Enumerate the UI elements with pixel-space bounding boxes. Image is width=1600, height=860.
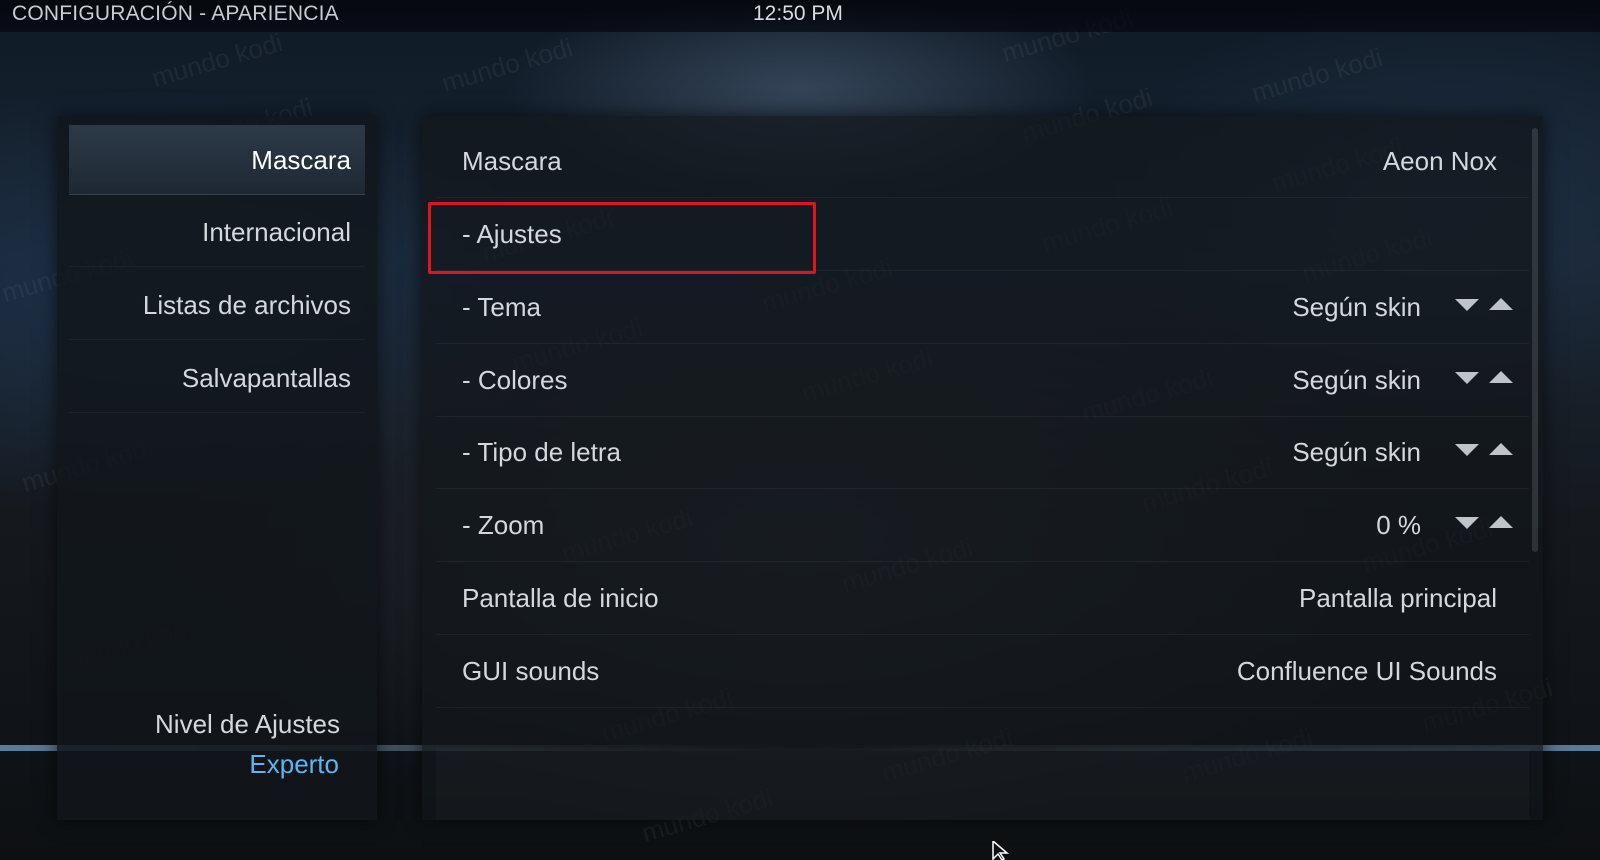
arrow-down-icon[interactable] — [1455, 517, 1479, 529]
arrow-up-icon[interactable] — [1489, 371, 1513, 383]
scrollbar[interactable] — [1532, 128, 1538, 552]
arrow-up-icon[interactable] — [1489, 516, 1513, 528]
arrow-down-icon[interactable] — [1455, 299, 1479, 311]
setting-row-colores[interactable]: - Colores Según skin — [436, 344, 1529, 417]
settings-category-sidebar: Mascara Internacional Listas de archivos… — [57, 116, 377, 820]
sidebar-item-mascara[interactable]: Mascara — [69, 125, 365, 195]
setting-label: - Colores — [462, 365, 568, 395]
sidebar-item-label: Internacional — [202, 217, 351, 247]
arrow-up-icon[interactable] — [1489, 298, 1513, 310]
setting-row-zoom[interactable]: - Zoom 0 % — [436, 489, 1529, 562]
setting-row-pantalla-de-inicio[interactable]: Pantalla de inicio Pantalla principal — [436, 562, 1529, 635]
sidebar-item-listas-de-archivos[interactable]: Listas de archivos — [69, 270, 365, 340]
setting-label: - Tema — [462, 292, 541, 322]
setting-label: Pantalla de inicio — [462, 583, 659, 613]
setting-value: Pantalla principal — [1298, 583, 1497, 613]
sidebar-item-label: Salvapantallas — [181, 363, 351, 393]
setting-value: 0 % — [1376, 510, 1421, 540]
arrow-up-icon[interactable] — [1489, 443, 1513, 455]
setting-value: Confluence UI Sounds — [1236, 656, 1497, 686]
setting-label: - Tipo de letra — [462, 437, 621, 467]
setting-value: Según skin — [1292, 292, 1421, 322]
setting-label: - Zoom — [462, 510, 545, 540]
setting-value: Aeon Nox — [1382, 146, 1497, 176]
arrow-down-icon[interactable] — [1455, 444, 1479, 456]
setting-row-tipo-de-letra[interactable]: - Tipo de letra Según skin — [436, 416, 1529, 489]
sidebar-item-salvapantallas[interactable]: Salvapantallas — [69, 343, 365, 413]
sidebar-item-label: Mascara — [251, 145, 351, 175]
highlight-annotation-box — [428, 202, 816, 274]
window-title: CONFIGURACIÓN - APARIENCIA — [12, 2, 339, 25]
setting-row-mascara[interactable]: Mascara Aeon Nox — [436, 125, 1529, 198]
setting-row-gui-sounds[interactable]: GUI sounds Confluence UI Sounds — [436, 635, 1529, 708]
arrow-down-icon[interactable] — [1455, 372, 1479, 384]
clock: 12:50 PM — [753, 2, 843, 25]
sidebar-item-label: Listas de archivos — [142, 290, 351, 320]
description-area — [436, 748, 1529, 820]
setting-value: Según skin — [1292, 437, 1421, 467]
top-bar: CONFIGURACIÓN - APARIENCIA 12:50 PM — [0, 0, 1600, 32]
settings-level-button[interactable]: Experto — [249, 749, 339, 780]
sidebar-item-internacional[interactable]: Internacional — [69, 197, 365, 267]
setting-label: GUI sounds — [462, 656, 600, 686]
settings-level-label: Nivel de Ajustes — [155, 709, 340, 739]
setting-label: Mascara — [462, 146, 562, 176]
setting-row-tema[interactable]: - Tema Según skin — [436, 271, 1529, 344]
setting-value: Según skin — [1292, 365, 1421, 395]
